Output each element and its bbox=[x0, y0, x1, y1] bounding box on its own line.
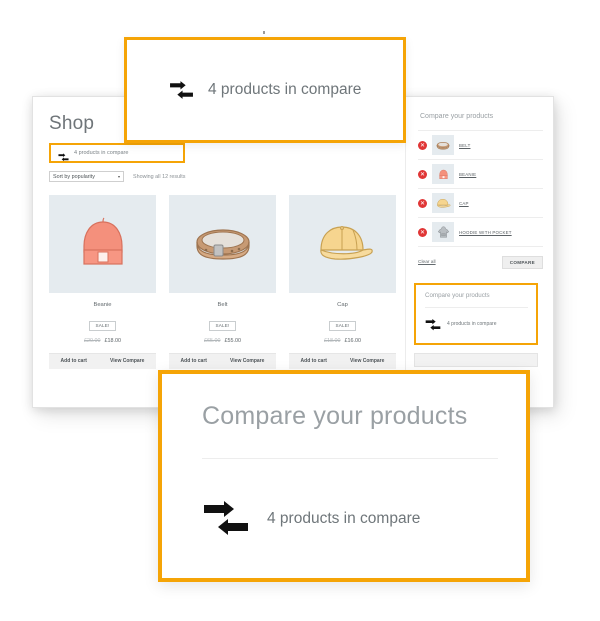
product-actions: Add to cart View Compare bbox=[49, 352, 156, 369]
remove-icon[interactable]: ✕ bbox=[418, 198, 427, 208]
list-item[interactable]: ✕ BEANIE bbox=[418, 160, 543, 189]
sort-select-value: Sort by popularity bbox=[53, 173, 95, 180]
product-info: Belt SALE! £65.00 £55.00 bbox=[169, 293, 276, 344]
list-item[interactable]: ✕ CAP bbox=[418, 189, 543, 218]
product-info: Beanie SALE! £20.00 £18.00 bbox=[49, 293, 156, 344]
chevron-down-icon: ▾ bbox=[117, 173, 120, 179]
list-item[interactable]: ✕ BELT bbox=[418, 131, 543, 160]
item-name[interactable]: CAP bbox=[459, 201, 469, 206]
callout-bottom: Compare your products 4 products in comp… bbox=[158, 370, 530, 582]
compare-widget-row[interactable]: 4 products in compare bbox=[425, 318, 528, 331]
divider bbox=[425, 307, 528, 308]
item-thumbnail bbox=[432, 222, 454, 242]
product-name: Beanie bbox=[93, 302, 112, 308]
product-card[interactable]: Cap SALE! £18.00 £16.00 Add to cart View … bbox=[289, 195, 396, 369]
compare-button[interactable]: COMPARE bbox=[501, 256, 543, 269]
product-price: £20.00 £18.00 bbox=[49, 338, 156, 344]
compare-widget-label: 4 products in compare bbox=[447, 321, 497, 327]
compare-arrows-icon bbox=[202, 501, 250, 537]
compare-sidebar-title: Compare your products bbox=[420, 113, 494, 120]
callout-bottom-row: 4 products in compare bbox=[202, 501, 492, 537]
product-grid: Beanie SALE! £20.00 £18.00 Add to cart Vi… bbox=[49, 195, 405, 369]
sale-badge: SALE! bbox=[209, 320, 236, 331]
product-name: Belt bbox=[217, 302, 228, 308]
item-name[interactable]: BEANIE bbox=[459, 172, 476, 177]
product-price: £18.00 £16.00 bbox=[289, 338, 396, 344]
new-price: £18.00 bbox=[104, 337, 122, 344]
view-compare-button[interactable]: View Compare bbox=[350, 358, 384, 364]
product-name: Cap bbox=[337, 302, 348, 308]
callout-top-label: 4 products in compare bbox=[208, 81, 362, 98]
remove-icon[interactable]: ✕ bbox=[418, 140, 427, 150]
callout-connector-dot bbox=[263, 31, 265, 34]
callout-bottom-title: Compare your products bbox=[202, 402, 468, 430]
list-item[interactable]: ✕ HOODIE WITH POCKET bbox=[418, 218, 543, 247]
old-price: £18.00 bbox=[324, 337, 341, 344]
add-to-cart-button[interactable]: Add to cart bbox=[181, 358, 207, 364]
sale-badge: SALE! bbox=[329, 320, 356, 331]
shop-compare-link-label: 4 products in compare bbox=[74, 150, 129, 156]
divider bbox=[202, 458, 498, 459]
clear-all-button[interactable]: Clear all bbox=[418, 260, 436, 265]
product-price: £65.00 £55.00 bbox=[169, 338, 276, 344]
item-name[interactable]: HOODIE WITH POCKET bbox=[459, 230, 512, 235]
item-thumbnail bbox=[432, 164, 454, 184]
item-thumbnail bbox=[432, 193, 454, 213]
compare-items-list: ✕ BELT ✕ BEANIE ✕ CAP ✕ HOODIE WITH POCK… bbox=[418, 130, 543, 247]
remove-icon[interactable]: ✕ bbox=[418, 169, 427, 179]
item-name[interactable]: BELT bbox=[459, 143, 470, 148]
shop-toolbar: Sort by popularity ▾ Showing all 12 resu… bbox=[49, 171, 405, 182]
partial-button-below-widget bbox=[414, 353, 538, 367]
product-card[interactable]: Beanie SALE! £20.00 £18.00 Add to cart Vi… bbox=[49, 195, 156, 369]
sale-badge: SALE! bbox=[89, 320, 116, 331]
new-price: £16.00 bbox=[344, 337, 362, 344]
product-actions: Add to cart View Compare bbox=[169, 352, 276, 369]
remove-icon[interactable]: ✕ bbox=[418, 227, 427, 237]
shop-compare-link-highlight[interactable]: 4 products in compare bbox=[49, 143, 185, 163]
view-compare-button[interactable]: View Compare bbox=[230, 358, 264, 364]
compare-widget-title: Compare your products bbox=[425, 292, 490, 299]
sort-select[interactable]: Sort by popularity ▾ bbox=[49, 171, 124, 182]
compare-arrows-icon bbox=[425, 318, 441, 331]
product-info: Cap SALE! £18.00 £16.00 bbox=[289, 293, 396, 344]
product-card[interactable]: Belt SALE! £65.00 £55.00 Add to cart View… bbox=[169, 195, 276, 369]
new-price: £55.00 bbox=[224, 337, 242, 344]
result-count: Showing all 12 results bbox=[133, 173, 186, 180]
callout-bottom-label: 4 products in compare bbox=[267, 510, 421, 527]
compare-widget-highlight: Compare your products 4 products in comp… bbox=[414, 283, 538, 345]
product-thumbnail[interactable] bbox=[289, 195, 396, 293]
product-thumbnail[interactable] bbox=[169, 195, 276, 293]
old-price: £20.00 bbox=[84, 337, 101, 344]
compare-sidebar: Compare your products ✕ BELT ✕ BEANIE ✕ … bbox=[405, 97, 553, 407]
product-actions: Add to cart View Compare bbox=[289, 352, 396, 369]
callout-top: 4 products in compare bbox=[124, 37, 406, 143]
compare-arrows-icon bbox=[58, 149, 69, 161]
product-thumbnail[interactable] bbox=[49, 195, 156, 293]
item-thumbnail bbox=[432, 135, 454, 155]
add-to-cart-button[interactable]: Add to cart bbox=[301, 358, 327, 364]
add-to-cart-button[interactable]: Add to cart bbox=[61, 358, 87, 364]
compare-sidebar-actions: Clear all COMPARE bbox=[418, 256, 543, 269]
compare-arrows-icon bbox=[169, 80, 194, 100]
view-compare-button[interactable]: View Compare bbox=[110, 358, 144, 364]
shop-main-column: Shop 4 products in compare Sort by popul… bbox=[33, 97, 405, 407]
old-price: £65.00 bbox=[204, 337, 221, 344]
